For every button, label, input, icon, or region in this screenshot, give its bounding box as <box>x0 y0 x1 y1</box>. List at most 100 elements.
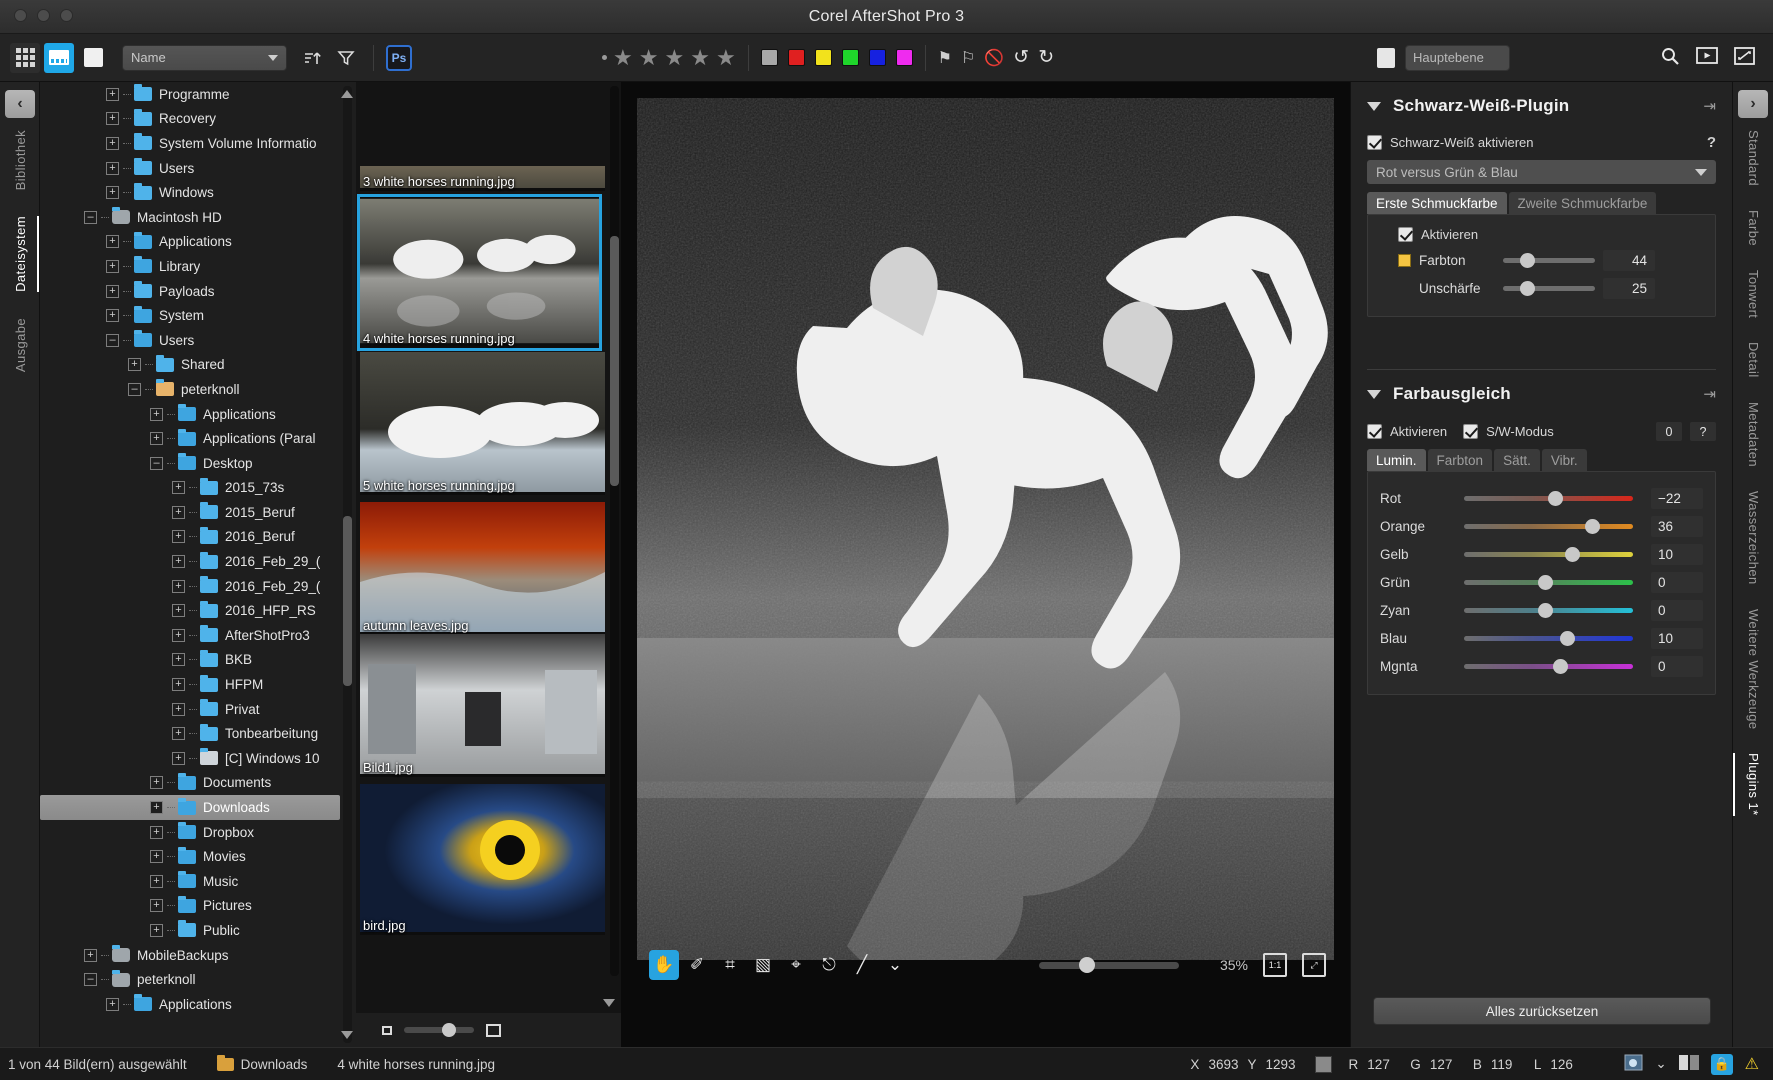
expand-icon[interactable]: + <box>150 801 163 814</box>
reset-all-button[interactable]: Alles zurücksetzen <box>1373 997 1711 1025</box>
zoom-one-to-one-button[interactable]: 1:1 <box>1263 953 1287 977</box>
color-label-swatches[interactable] <box>761 49 913 66</box>
warning-icon[interactable]: ⚠ <box>1745 1054 1759 1074</box>
tree-item-public[interactable]: +Public <box>40 918 340 943</box>
rail-tab-wasserzeichen[interactable]: Wasserzeichen <box>1746 491 1761 585</box>
expand-icon[interactable]: + <box>106 162 119 175</box>
tree-item-macintosh-hd[interactable]: –Macintosh HD <box>40 205 340 230</box>
tree-item-privat[interactable]: +Privat <box>40 697 340 722</box>
flag-reject-icon[interactable]: ⚐ <box>961 48 975 68</box>
tree-item-movies[interactable]: +Movies <box>40 844 340 869</box>
maximize-button[interactable] <box>60 9 73 22</box>
search-icon[interactable] <box>1660 46 1680 69</box>
grid-view-icon[interactable] <box>10 43 40 73</box>
rail-tab-ausgabe[interactable]: Ausgabe <box>13 318 28 372</box>
tree-item-bkb[interactable]: +BKB <box>40 648 340 673</box>
expand-icon[interactable]: + <box>106 88 119 101</box>
expand-icon[interactable]: + <box>172 629 185 642</box>
rail-tab-standard[interactable]: Standard <box>1746 130 1761 186</box>
star-icon[interactable]: ★ <box>716 47 736 69</box>
collapse-icon[interactable]: – <box>150 457 163 470</box>
fullscreen-icon[interactable] <box>1734 47 1755 69</box>
color-balance-header[interactable]: Farbausgleich ⇥ <box>1351 370 1732 410</box>
more-tools-chevron[interactable]: ⌄ <box>880 950 910 980</box>
tree-item-payloads[interactable]: +Payloads <box>40 279 340 304</box>
bw-spotcolor-tabs[interactable]: Erste SchmuckfarbeZweite Schmuckfarbe <box>1367 192 1732 214</box>
cb-slider-track[interactable] <box>1464 524 1633 529</box>
tree-item-2015-73s[interactable]: +2015_73s <box>40 476 340 501</box>
tree-item-applications[interactable]: +Applications <box>40 402 340 427</box>
color-label-swatch-4[interactable] <box>869 49 886 66</box>
chevron-down-icon[interactable] <box>1367 102 1381 111</box>
flag-icon[interactable]: ⚑ <box>938 48 952 68</box>
spot-removal-tool[interactable]: ⌖ <box>781 950 811 980</box>
cb-slider-track[interactable] <box>1464 636 1633 641</box>
cb-slider-track[interactable] <box>1464 552 1633 557</box>
collapse-icon[interactable]: – <box>128 383 141 396</box>
expand-icon[interactable]: + <box>172 678 185 691</box>
rail-tab-bibliothek[interactable]: Bibliothek <box>13 130 28 190</box>
tree-item-shared[interactable]: +Shared <box>40 353 340 378</box>
flag-none-icon[interactable]: 🚫 <box>984 48 1004 68</box>
bw-slider-value[interactable]: 44 <box>1603 250 1655 271</box>
rail-tab-metadaten[interactable]: Metadaten <box>1746 402 1761 467</box>
tree-item-users[interactable]: +Users <box>40 156 340 181</box>
filmstrip-scroll-down-icon[interactable] <box>603 999 615 1007</box>
color-balance-tabs[interactable]: Lumin.FarbtonSätt.Vibr. <box>1367 449 1732 471</box>
redo-icon[interactable]: ↻ <box>1038 46 1054 69</box>
rail-tab-plugins-1[interactable]: Plugins 1* <box>1746 753 1761 816</box>
cb-slider-track[interactable] <box>1464 580 1633 585</box>
pan-hand-tool[interactable]: ✋ <box>649 950 679 980</box>
compare-icon[interactable] <box>1679 1055 1699 1073</box>
bw-enable-row[interactable]: Schwarz-Weiß aktivieren ? <box>1351 134 1732 151</box>
help-icon[interactable]: ? <box>1707 134 1716 151</box>
tree-scrollbar-thumb[interactable] <box>343 516 352 686</box>
rail-tab-tonwert[interactable]: Tonwert <box>1746 270 1761 318</box>
expand-icon[interactable]: + <box>172 555 185 568</box>
expand-icon[interactable]: + <box>172 604 185 617</box>
tree-item-applications-paral[interactable]: +Applications (Paral <box>40 426 340 451</box>
rail-tab-weitere-werkzeuge[interactable]: Weitere Werkzeuge <box>1746 609 1761 729</box>
straighten-tool[interactable]: ▧ <box>748 950 778 980</box>
tree-item-windows[interactable]: +Windows <box>40 180 340 205</box>
cb-activate-checkbox[interactable] <box>1367 424 1382 439</box>
close-button[interactable] <box>14 9 27 22</box>
cb-slider-track[interactable] <box>1464 496 1633 501</box>
star-icon[interactable]: ★ <box>664 47 684 69</box>
star-icon[interactable]: ★ <box>613 47 633 69</box>
cb-slider-value[interactable]: −22 <box>1651 488 1703 509</box>
expand-icon[interactable]: + <box>150 850 163 863</box>
tree-item-users[interactable]: –Users <box>40 328 340 353</box>
tree-item-2016-hfp-rs[interactable]: +2016_HFP_RS <box>40 598 340 623</box>
sort-ascending-icon[interactable] <box>297 43 327 73</box>
cb-slider-track[interactable] <box>1464 608 1633 613</box>
cb-slider-value[interactable]: 10 <box>1651 544 1703 565</box>
cb-slider-track[interactable] <box>1464 664 1633 669</box>
rail-tab-farbe[interactable]: Farbe <box>1746 210 1761 246</box>
filmstrip-thumbnail[interactable]: Bild1.jpg <box>360 634 605 777</box>
star-icon[interactable]: ★ <box>639 47 659 69</box>
expand-icon[interactable]: + <box>106 285 119 298</box>
rail-tab-detail[interactable]: Detail <box>1746 342 1761 378</box>
bw-activate-row[interactable]: Aktivieren <box>1380 227 1703 246</box>
expand-icon[interactable]: + <box>106 112 119 125</box>
white-balance-eyedropper-tool[interactable]: ✐ <box>682 950 712 980</box>
tree-item-2015-beruf[interactable]: +2015_Beruf <box>40 500 340 525</box>
expand-icon[interactable]: + <box>172 530 185 543</box>
pin-icon[interactable]: ⇥ <box>1703 97 1716 115</box>
bw-activate-checkbox[interactable] <box>1398 227 1413 242</box>
rating-zero-icon[interactable] <box>602 55 607 60</box>
tree-scroll-up-icon[interactable] <box>341 90 353 98</box>
filmstrip-pane[interactable]: 3 white horses running.jpg4 white horses… <box>356 82 621 1047</box>
funnel-filter-icon[interactable] <box>331 43 361 73</box>
thumbnail-small-icon[interactable] <box>382 1026 392 1035</box>
expand-icon[interactable]: + <box>150 924 163 937</box>
tree-item-recovery[interactable]: +Recovery <box>40 107 340 132</box>
cb-slider-value[interactable]: 36 <box>1651 516 1703 537</box>
layer-select[interactable]: Hauptebene <box>1405 45 1510 71</box>
filmstrip-thumbnail[interactable]: autumn leaves.jpg <box>360 502 605 635</box>
bw-tab-erste-schmuckfarbe[interactable]: Erste Schmuckfarbe <box>1367 192 1507 214</box>
slideshow-icon[interactable] <box>1696 47 1718 69</box>
tree-item-2016-feb-29[interactable]: +2016_Feb_29_( <box>40 549 340 574</box>
cb-slider-value[interactable]: 0 <box>1651 572 1703 593</box>
